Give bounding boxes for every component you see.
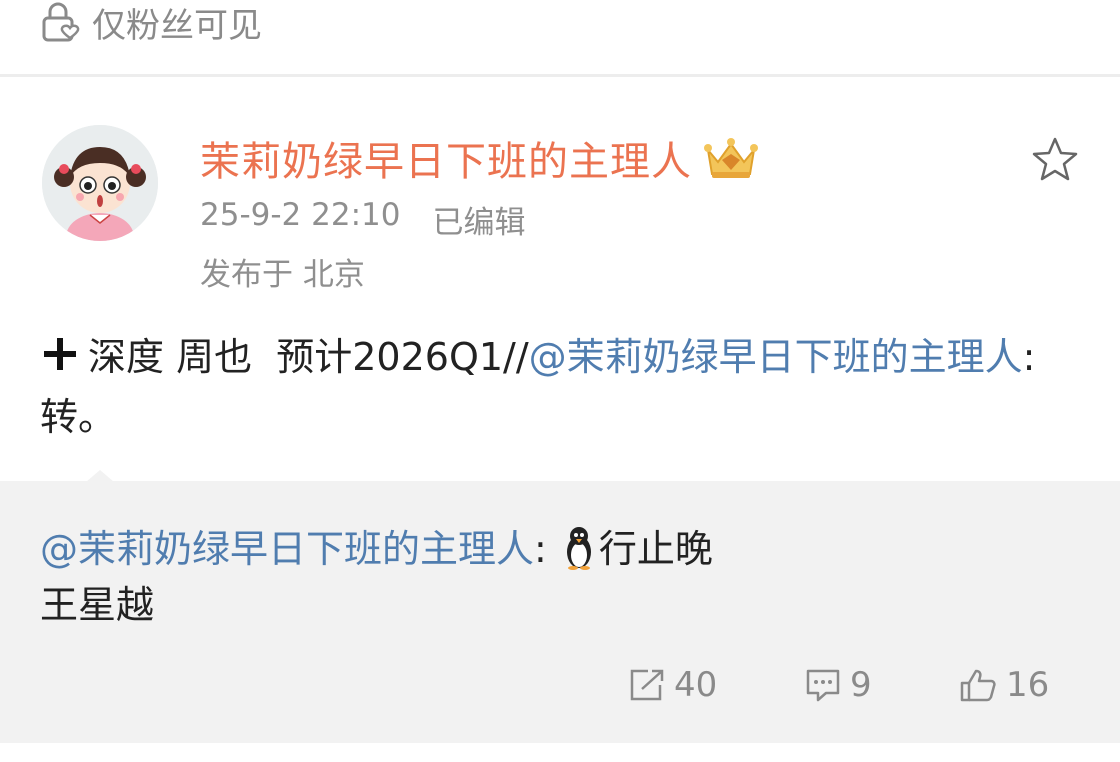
visibility-indicator: 仅粉丝可见 xyxy=(40,0,262,46)
post-content: 深度 周也 预计2026Q1//@茉莉奶绿早日下班的主理人:转。 xyxy=(40,327,1090,447)
lock-heart-icon xyxy=(40,2,84,42)
avatar[interactable] xyxy=(42,125,158,241)
repost-mention[interactable]: @茉莉奶绿早日下班的主理人 xyxy=(40,527,534,571)
thumbs-up-icon xyxy=(958,667,998,703)
repost-actions: 40 9 16 xyxy=(0,665,1120,705)
post-time: 25-9-2 22:10 xyxy=(200,197,401,233)
content-text: 深度 周也 预计2026Q1// xyxy=(88,335,529,379)
repost-text: @茉莉奶绿早日下班的主理人: 行止晚 王星越 xyxy=(40,521,1090,633)
comment-count: 9 xyxy=(850,665,872,705)
repost-colon: : xyxy=(534,527,547,571)
mention-link[interactable]: @茉莉奶绿早日下班的主理人 xyxy=(529,335,1023,379)
visibility-bar: 仅粉丝可见 xyxy=(0,0,1120,74)
comment-button[interactable]: 9 xyxy=(804,665,872,705)
post-author[interactable]: 茉莉奶绿早日下班的主理人 xyxy=(200,129,760,187)
author-name[interactable]: 茉莉奶绿早日下班的主理人 xyxy=(200,129,692,187)
plus-icon xyxy=(44,338,76,370)
visibility-label: 仅粉丝可见 xyxy=(92,5,262,46)
post-meta: 25-9-2 22:10 已编辑 xyxy=(200,197,525,242)
reposted-content[interactable]: @茉莉奶绿早日下班的主理人: 行止晚 王星越 40 9 16 xyxy=(0,481,1120,743)
share-count: 40 xyxy=(674,665,718,705)
like-count: 16 xyxy=(1006,665,1050,705)
edited-label[interactable]: 已编辑 xyxy=(432,197,525,242)
share-button[interactable]: 40 xyxy=(628,665,717,705)
comment-icon xyxy=(804,667,842,703)
repost-line2: 王星越 xyxy=(40,583,155,627)
repost-line1: 行止晚 xyxy=(598,527,713,571)
bottom-divider xyxy=(0,743,1120,762)
post-card: 茉莉奶绿早日下班的主理人 25-9-2 22:10 已编辑 发布于 北京 深度 … xyxy=(0,77,1120,481)
vip-crown-icon[interactable] xyxy=(702,136,760,180)
post-location: 发布于 北京 xyxy=(200,257,365,293)
star-outline-icon[interactable] xyxy=(1030,135,1080,185)
penguin-icon xyxy=(566,527,591,570)
like-button[interactable]: 16 xyxy=(958,665,1049,705)
share-icon xyxy=(628,667,666,703)
